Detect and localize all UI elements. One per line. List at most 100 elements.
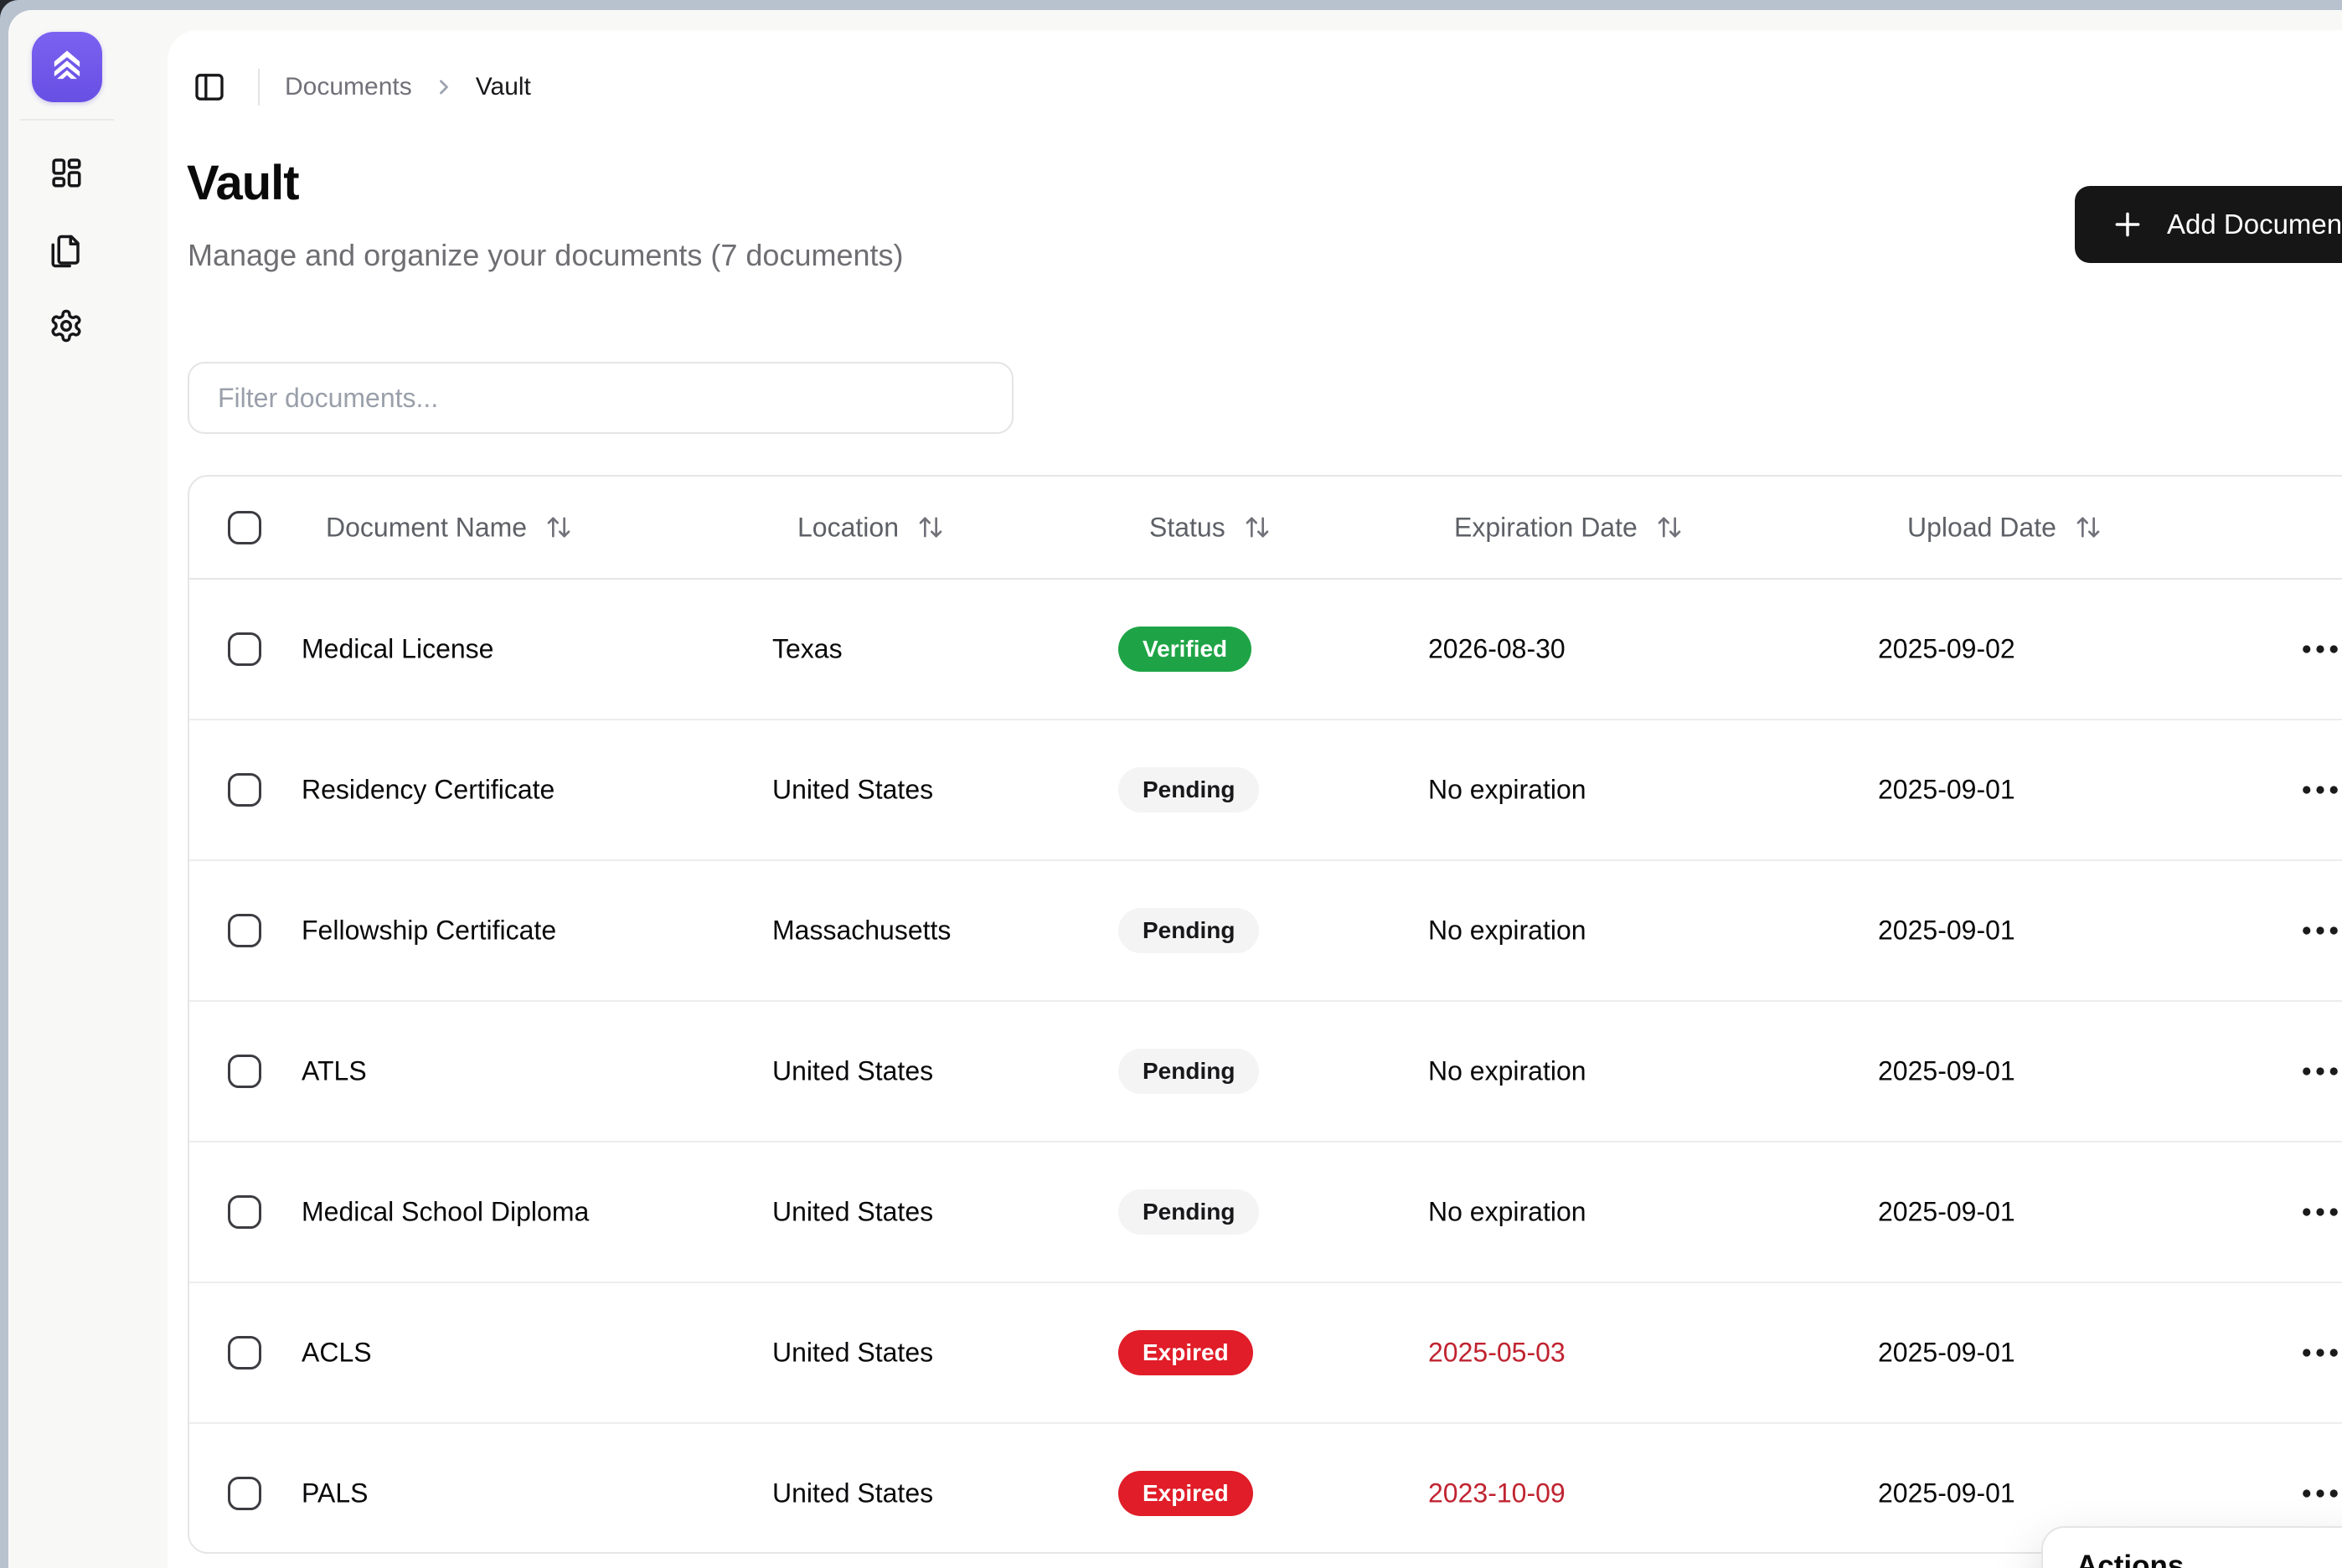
table-row: PALS United States Expired 2023-10-09 20… bbox=[189, 1424, 2342, 1563]
sidebar-divider bbox=[20, 119, 114, 121]
documents-table: Document Name Location Status Expiration… bbox=[188, 475, 2342, 1554]
status-badge: Pending bbox=[1118, 908, 1260, 953]
ellipsis-icon bbox=[2303, 1067, 2338, 1075]
app-root: Documents Vault Vault Manage and organiz… bbox=[0, 0, 2342, 1568]
chevron-right-icon bbox=[432, 75, 456, 99]
document-name-cell: ATLS bbox=[302, 1055, 367, 1086]
upload-date-cell: 2025-09-01 bbox=[1878, 915, 2015, 946]
document-name-cell: ACLS bbox=[302, 1337, 372, 1368]
arrow-up-down-icon bbox=[2076, 517, 2100, 538]
upload-date-cell: 2025-09-02 bbox=[1878, 633, 2015, 664]
row-checkbox[interactable] bbox=[228, 1477, 261, 1510]
panel-left-icon bbox=[195, 74, 224, 101]
page-title: Vault bbox=[187, 156, 300, 210]
status-badge: Pending bbox=[1118, 1189, 1260, 1235]
location-cell: United States bbox=[772, 1196, 934, 1227]
select-all-checkbox[interactable] bbox=[228, 510, 261, 544]
dashboard-icon bbox=[52, 158, 81, 188]
row-actions-button[interactable] bbox=[2297, 1470, 2342, 1517]
expiration-date-cell: 2025-05-03 bbox=[1428, 1337, 1566, 1368]
row-actions-button[interactable] bbox=[2297, 626, 2342, 673]
column-header-expiration-date[interactable]: Expiration Date bbox=[1454, 512, 1683, 543]
expiration-date-cell: No expiration bbox=[1428, 915, 1586, 946]
table-body: Medical License Texas Verified 2026-08-3… bbox=[189, 580, 2342, 1563]
row-actions-button[interactable] bbox=[2297, 766, 2342, 813]
settings-icon bbox=[51, 309, 81, 343]
ellipsis-icon bbox=[2303, 926, 2338, 935]
column-header-document-name[interactable]: Document Name bbox=[326, 512, 572, 543]
location-cell: United States bbox=[772, 1055, 934, 1086]
arrow-up-down-icon bbox=[1246, 517, 1269, 538]
row-checkbox[interactable] bbox=[228, 1055, 261, 1088]
document-name-cell: Medical School Diploma bbox=[302, 1196, 590, 1227]
column-header-status[interactable]: Status bbox=[1149, 512, 1271, 543]
chevrons-up-icon bbox=[54, 50, 80, 80]
row-actions-button[interactable] bbox=[2297, 1189, 2342, 1235]
arrow-up-down-icon bbox=[919, 517, 942, 538]
row-actions-button[interactable] bbox=[2297, 1048, 2342, 1095]
app-logo[interactable] bbox=[32, 32, 102, 102]
add-document-button[interactable]: Add Document bbox=[2075, 186, 2342, 263]
column-label: Document Name bbox=[326, 512, 528, 542]
upload-date-cell: 2025-09-01 bbox=[1878, 1478, 2015, 1509]
ellipsis-icon bbox=[2303, 786, 2338, 794]
document-name-cell: Residency Certificate bbox=[302, 774, 555, 805]
row-actions-button[interactable] bbox=[2297, 907, 2342, 954]
ellipsis-icon bbox=[2303, 645, 2338, 653]
document-name-cell: Fellowship Certificate bbox=[302, 915, 557, 946]
row-checkbox[interactable] bbox=[228, 773, 261, 807]
expiration-date-cell: 2026-08-30 bbox=[1428, 633, 1566, 664]
topbar-divider bbox=[258, 69, 260, 106]
document-name-cell: Medical License bbox=[302, 633, 494, 664]
status-badge: Pending bbox=[1118, 767, 1260, 812]
column-label: Location bbox=[797, 512, 899, 542]
actions-menu-title: Actions bbox=[2076, 1550, 2185, 1568]
location-cell: United States bbox=[772, 774, 934, 805]
row-checkbox[interactable] bbox=[228, 1195, 261, 1229]
ellipsis-icon bbox=[2303, 1208, 2338, 1216]
column-header-upload-date[interactable]: Upload Date bbox=[1907, 512, 2102, 543]
column-label: Expiration Date bbox=[1454, 512, 1638, 542]
location-cell: Texas bbox=[772, 633, 843, 664]
filter-documents-input[interactable] bbox=[188, 362, 1014, 434]
table-row: ATLS United States Pending No expiration… bbox=[189, 1002, 2342, 1142]
upload-date-cell: 2025-09-01 bbox=[1878, 774, 2015, 805]
table-row: Medical License Texas Verified 2026-08-3… bbox=[189, 580, 2342, 720]
sidebar-item-documents[interactable] bbox=[43, 228, 90, 275]
upload-date-cell: 2025-09-01 bbox=[1878, 1337, 2015, 1368]
column-label: Status bbox=[1149, 512, 1225, 542]
location-cell: United States bbox=[772, 1478, 934, 1509]
expiration-date-cell: No expiration bbox=[1428, 1055, 1586, 1086]
actions-menu: Actions bbox=[2041, 1526, 2342, 1568]
status-badge: Expired bbox=[1118, 1471, 1253, 1516]
row-checkbox[interactable] bbox=[228, 914, 261, 947]
document-name-cell: PALS bbox=[302, 1478, 369, 1509]
table-row: Fellowship Certificate Massachusetts Pen… bbox=[189, 861, 2342, 1002]
expiration-date-cell: No expiration bbox=[1428, 1196, 1586, 1227]
row-checkbox[interactable] bbox=[228, 632, 261, 666]
page-subtitle: Manage and organize your documents (7 do… bbox=[188, 238, 904, 272]
sidebar-item-settings[interactable] bbox=[43, 302, 90, 349]
plus-icon bbox=[2115, 212, 2140, 237]
status-badge: Pending bbox=[1118, 1049, 1260, 1094]
row-checkbox[interactable] bbox=[228, 1336, 261, 1369]
column-label: Upload Date bbox=[1907, 512, 2056, 542]
upload-date-cell: 2025-09-01 bbox=[1878, 1055, 2015, 1086]
documents-icon bbox=[51, 235, 80, 268]
breadcrumb-item-documents[interactable]: Documents bbox=[285, 73, 412, 101]
expiration-date-cell: 2023-10-09 bbox=[1428, 1478, 1566, 1509]
ellipsis-icon bbox=[2303, 1349, 2338, 1357]
table-row: ACLS United States Expired 2025-05-03 20… bbox=[189, 1283, 2342, 1424]
breadcrumb: Documents Vault bbox=[186, 64, 531, 111]
table-row: Medical School Diploma United States Pen… bbox=[189, 1142, 2342, 1283]
ellipsis-icon bbox=[2303, 1489, 2338, 1498]
breadcrumb-item-current: Vault bbox=[475, 73, 531, 101]
sidebar-toggle-button[interactable] bbox=[186, 64, 233, 111]
arrow-up-down-icon bbox=[547, 517, 570, 538]
row-actions-button[interactable] bbox=[2297, 1329, 2342, 1376]
arrow-up-down-icon bbox=[1658, 517, 1681, 538]
table-header-row: Document Name Location Status Expiration… bbox=[189, 477, 2342, 580]
sidebar-item-dashboard[interactable] bbox=[43, 149, 90, 196]
location-cell: United States bbox=[772, 1337, 934, 1368]
column-header-location[interactable]: Location bbox=[797, 512, 944, 543]
